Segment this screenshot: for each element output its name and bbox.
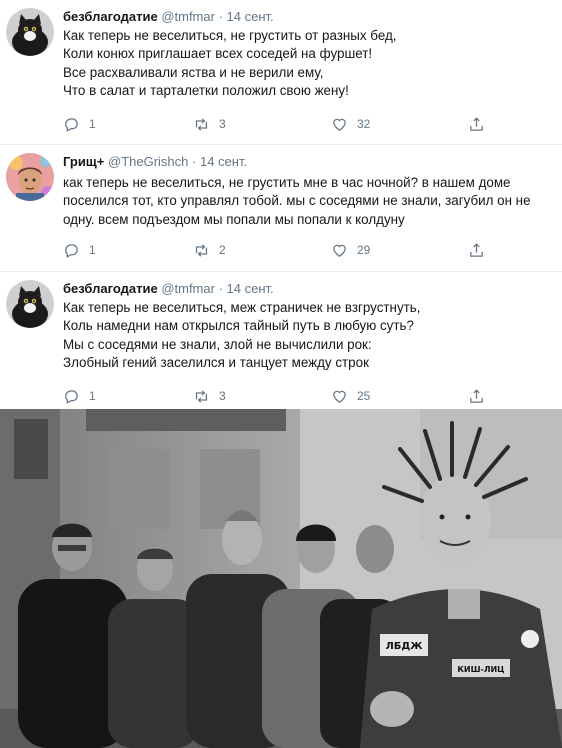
reply-icon — [65, 243, 78, 258]
display-name[interactable]: безблагодатие — [63, 9, 158, 24]
display-name[interactable]: безблагодатие — [63, 281, 158, 296]
share-icon — [470, 116, 483, 131]
tweet-line: Как теперь не веселиться, меж страничек … — [63, 300, 421, 315]
share-button[interactable] — [468, 114, 485, 134]
retweet-button[interactable]: 2 — [193, 240, 226, 260]
tweet-header: безблагодатие @tmfmar · 14 сент. — [63, 281, 274, 296]
tweet-2: Грищ+ @TheGrishch · 14 сент. как теперь … — [0, 145, 562, 270]
reply-icon — [65, 389, 78, 404]
user-handle[interactable]: @tmfmar — [161, 9, 215, 24]
tweet-line: Коль намедни нам открылся тайный путь в … — [63, 318, 414, 334]
tweet-text: как теперь не веселиться, не грустить мн… — [63, 174, 548, 229]
separator-dot: · — [218, 281, 223, 296]
tweet-3: безблагодатие @tmfmar · 14 сент. Как теп… — [0, 272, 562, 409]
tweet-line: Как теперь не веселиться, не грустить от… — [63, 28, 397, 43]
retweet-icon — [195, 117, 208, 131]
avatar-cat[interactable] — [6, 8, 54, 56]
avatar-cat[interactable] — [6, 280, 54, 328]
reply-button[interactable]: 1 — [63, 386, 96, 406]
separator-dot: · — [218, 9, 223, 24]
tweet-actions: 1 3 32 — [63, 114, 503, 134]
heart-icon — [333, 118, 346, 131]
share-button[interactable] — [468, 240, 485, 260]
display-name[interactable]: Грищ+ — [63, 154, 104, 169]
band-photo-illustration: ЛБДЖ КИШ-ЛИЦ — [0, 409, 562, 748]
reply-count: 1 — [89, 243, 96, 257]
like-count: 25 — [357, 389, 371, 403]
retweet-button[interactable]: 3 — [193, 114, 226, 134]
like-button[interactable]: 25 — [331, 386, 370, 406]
tweet-line: Мы с соседями не знали, злой не вычислил… — [63, 336, 372, 352]
like-button[interactable]: 29 — [331, 240, 370, 260]
separator-dot: · — [192, 154, 197, 169]
heart-icon — [333, 390, 346, 403]
tweet-line: Коли конюх приглашает всех соседей на фу… — [63, 46, 373, 62]
tweet-line: Все расхваливали яства и не верили ему, — [63, 64, 324, 80]
tweet-paragraph: как теперь не веселиться, не грустить мн… — [63, 175, 531, 227]
reply-icon — [65, 117, 78, 132]
reply-button[interactable]: 1 — [63, 114, 96, 134]
user-handle[interactable]: @tmfmar — [161, 281, 215, 296]
tweet-line: Что в салат и тарталетки положил свою же… — [63, 83, 349, 99]
tweet-date[interactable]: 14 сент. — [227, 9, 274, 24]
reply-button[interactable]: 1 — [63, 240, 96, 260]
tweet-line: Злобный гений заселился и танцует между … — [63, 355, 369, 371]
like-count: 29 — [357, 243, 371, 257]
share-icon — [470, 388, 483, 403]
tweet-text: Как теперь не веселиться, не грустить от… — [63, 27, 548, 101]
share-button[interactable] — [468, 386, 485, 406]
retweet-button[interactable]: 3 — [193, 386, 226, 406]
reply-count: 1 — [89, 117, 96, 131]
tweet-date[interactable]: 14 сент. — [200, 154, 247, 169]
avatar-grishch[interactable] — [6, 153, 54, 201]
tweet-header: Грищ+ @TheGrishch · 14 сент. — [63, 154, 247, 169]
user-handle[interactable]: @TheGrishch — [108, 154, 188, 169]
reply-count: 1 — [89, 389, 96, 403]
retweet-count: 3 — [219, 389, 226, 403]
band-photo: ЛБДЖ КИШ-ЛИЦ — [0, 409, 562, 748]
share-icon — [470, 242, 483, 257]
tweet-text: Как теперь не веселиться, меж страничек … — [63, 299, 548, 373]
retweet-icon — [195, 389, 208, 403]
jacket-patch-left: ЛБДЖ — [385, 641, 423, 652]
tweet-date[interactable]: 14 сент. — [227, 281, 274, 296]
heart-icon — [333, 244, 346, 257]
retweet-count: 2 — [219, 243, 226, 257]
retweet-count: 3 — [219, 117, 226, 131]
like-count: 32 — [357, 117, 371, 131]
tweet-actions: 1 2 29 — [63, 240, 503, 260]
like-button[interactable]: 32 — [331, 114, 370, 134]
retweet-icon — [195, 243, 208, 257]
jacket-patch-right: КИШ-ЛИЦ — [457, 665, 504, 674]
tweet-1: безблагодатие @tmfmar · 14 сент. Как теп… — [0, 0, 562, 140]
tweet-actions: 1 3 25 — [63, 386, 503, 406]
tweet-header: безблагодатие @tmfmar · 14 сент. — [63, 9, 274, 24]
